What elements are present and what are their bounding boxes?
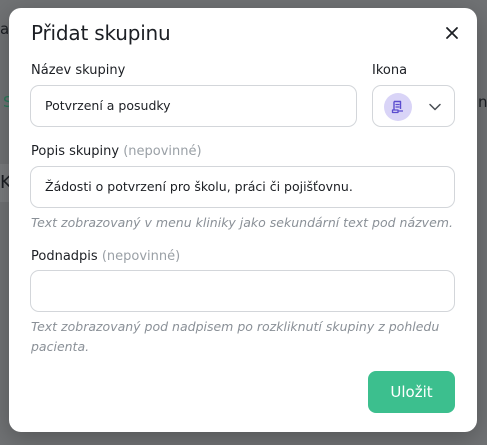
- dialog-title: Přidat skupinu: [31, 21, 171, 45]
- group-name-input[interactable]: Potvrzení a posudky: [30, 85, 357, 127]
- icon-select[interactable]: [372, 85, 455, 127]
- save-button[interactable]: Uložit: [368, 371, 455, 413]
- close-button[interactable]: [443, 24, 461, 42]
- subtitle-hint-line1: Text zobrazovaný pod nadpisem po rozklik…: [31, 319, 440, 334]
- group-name-label: Název skupiny: [31, 63, 126, 78]
- icon-label: Ikona: [372, 63, 408, 78]
- group-name-value: Potvrzení a posudky: [45, 98, 171, 113]
- description-label-text: Popis skupiny: [31, 144, 120, 159]
- subtitle-label-text: Podnadpis: [31, 249, 98, 264]
- selected-icon-chip: [384, 93, 412, 121]
- subtitle-label: Podnadpis (nepovinné): [31, 249, 180, 264]
- description-optional-tag: (nepovinné): [123, 144, 202, 159]
- description-hint: Text zobrazovaný v menu kliniky jako sek…: [31, 215, 453, 230]
- close-icon: [446, 27, 458, 39]
- description-value: Žádosti o potvrzení pro školu, práci či …: [45, 179, 353, 194]
- chevron-down-icon: [429, 103, 441, 111]
- description-label: Popis skupiny (nepovinné): [31, 144, 202, 159]
- description-input[interactable]: Žádosti o potvrzení pro školu, práci či …: [30, 166, 455, 208]
- document-stamp-icon: [391, 100, 403, 114]
- subtitle-hint-line2: pacienta.: [31, 339, 90, 354]
- subtitle-input[interactable]: [30, 270, 455, 312]
- bg-fragment-right: na: [478, 93, 487, 111]
- add-group-dialog: Přidat skupinu Název skupiny Potvrzení a…: [9, 8, 477, 432]
- subtitle-optional-tag: (nepovinné): [101, 249, 181, 264]
